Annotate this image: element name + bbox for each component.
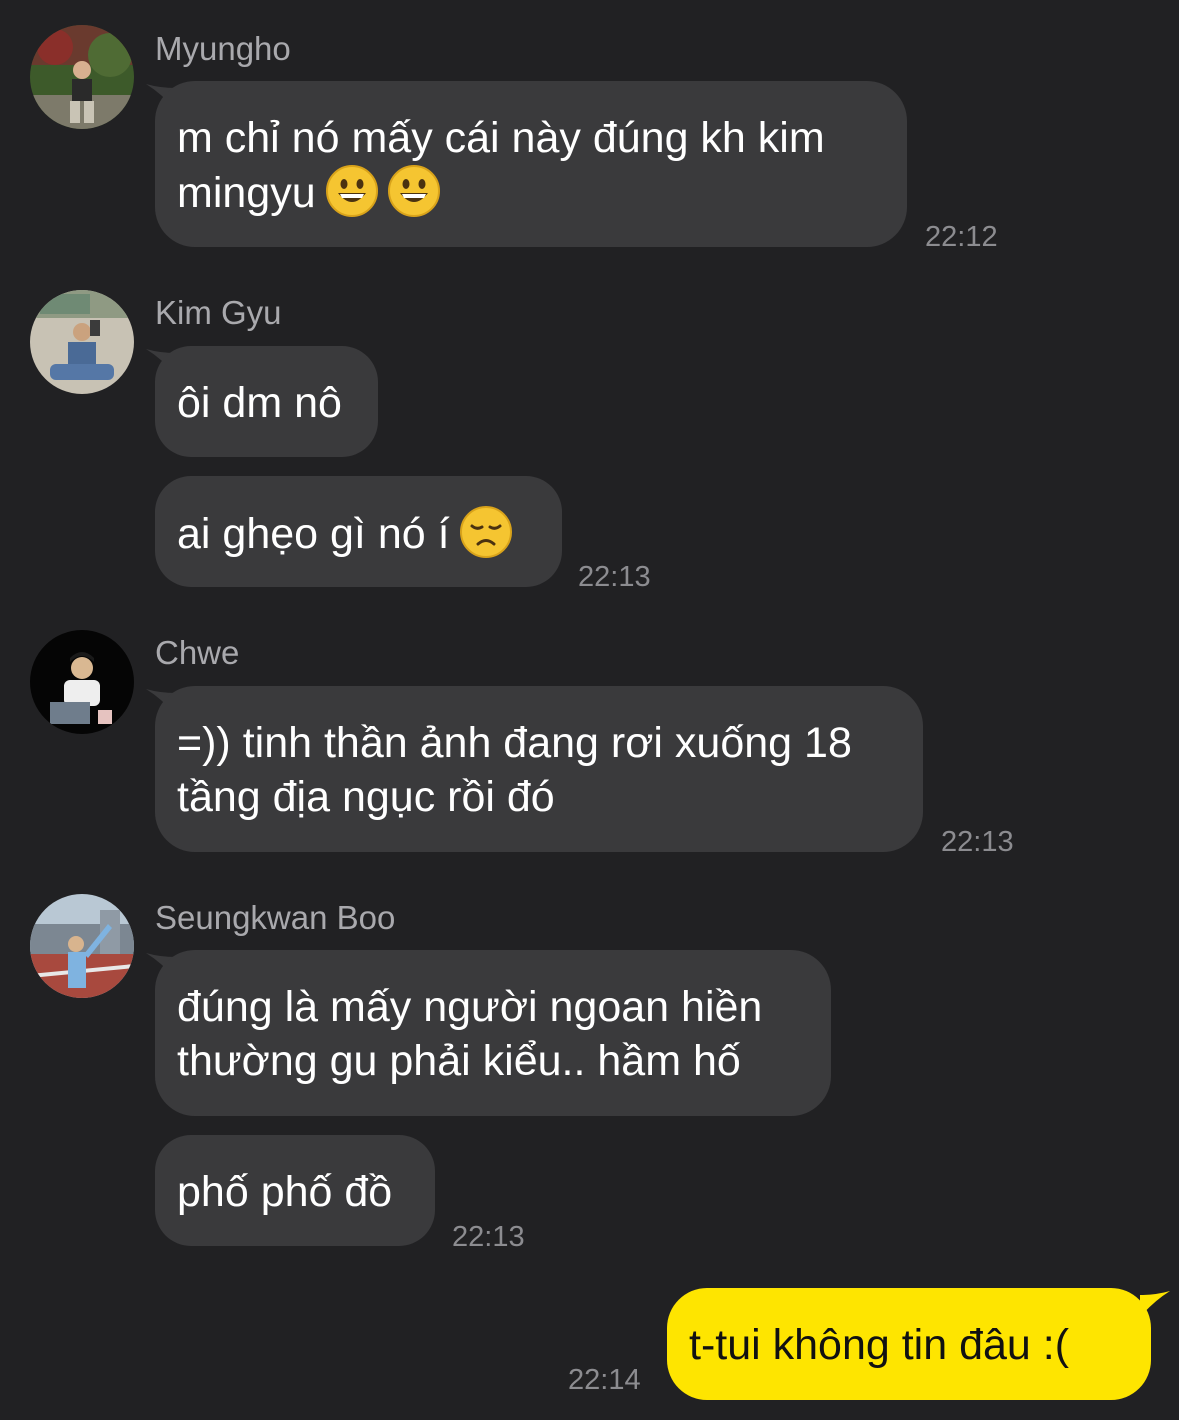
message-line: =)) tinh thần ảnh đang rơi xuống 18 (177, 719, 852, 767)
message-bubble[interactable]: ai ghẹo gì nó í (155, 476, 562, 587)
message-timestamp: 22:12 (925, 221, 998, 253)
outgoing-message-bubble[interactable]: t-tui không tin đâu :( (667, 1288, 1151, 1400)
message-text: phố phố đồ (177, 1168, 393, 1216)
message-line-with-emoji: mingyu (177, 165, 885, 220)
message-text: ôi dm nô (177, 379, 342, 427)
avatar-chwe[interactable] (30, 630, 134, 734)
avatar-photo-icon (30, 290, 134, 394)
message-bubble[interactable]: =)) tinh thần ảnh đang rơi xuống 18 tầng… (155, 686, 923, 852)
avatar-kim-gyu[interactable] (30, 290, 134, 394)
avatar-seungkwan-boo[interactable] (30, 894, 134, 998)
message-line: mingyu (177, 169, 316, 217)
message-line: thường gu phải kiểu.. hầm hố (177, 1037, 741, 1085)
sender-name: Seungkwan Boo (155, 899, 396, 936)
message-text: t-tui không tin đâu :( (689, 1321, 1070, 1369)
bubble-tail (1140, 1291, 1170, 1317)
message-text: ai ghẹo gì nó í (177, 510, 450, 558)
avatar-photo-icon (30, 25, 134, 129)
message-bubble[interactable]: m chỉ nó mấy cái này đúng kh kim mingyu (155, 81, 907, 247)
message-timestamp: 22:13 (452, 1221, 525, 1253)
message-line-with-emoji: ai ghẹo gì nó í (177, 506, 540, 561)
avatar-myungho[interactable] (30, 25, 134, 129)
message-line: đúng là mấy người ngoan hiền (177, 983, 763, 1031)
grinning-face-emoji-icon (325, 165, 378, 217)
grinning-face-emoji-icon (387, 165, 440, 217)
message-bubble[interactable]: ôi dm nô (155, 346, 378, 457)
message-bubble[interactable]: phố phố đồ (155, 1135, 435, 1246)
message-timestamp: 22:13 (941, 826, 1014, 858)
sender-name: Kim Gyu (155, 294, 282, 331)
message-bubble[interactable]: đúng là mấy người ngoan hiền thường gu p… (155, 950, 831, 1116)
avatar-photo-icon (30, 630, 134, 734)
message-timestamp: 22:14 (568, 1364, 641, 1396)
message-line: tầng địa ngục rồi đó (177, 773, 555, 821)
message-line: m chỉ nó mấy cái này đúng kh kim (177, 114, 825, 162)
message-timestamp: 22:13 (578, 561, 651, 593)
disappointed-face-emoji-icon (459, 506, 512, 558)
sender-name: Chwe (155, 634, 240, 671)
sender-name: Myungho (155, 30, 291, 67)
avatar-photo-icon (30, 894, 134, 998)
